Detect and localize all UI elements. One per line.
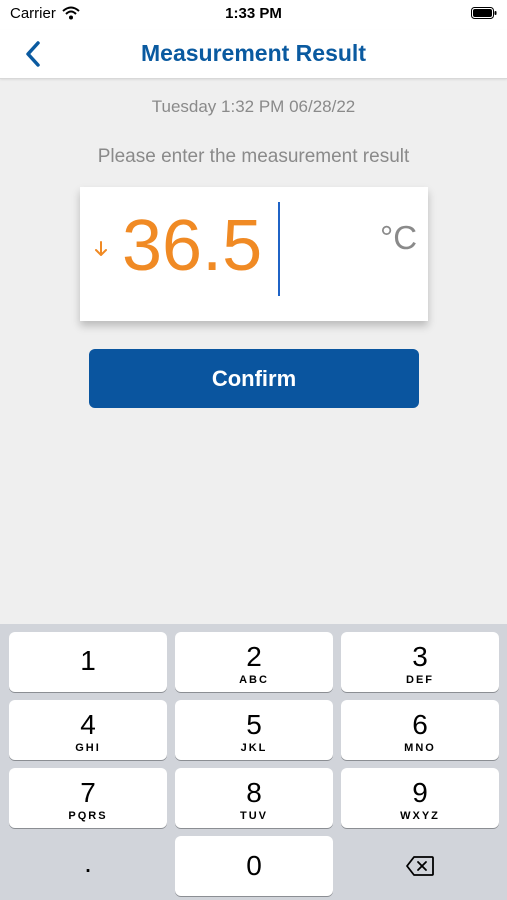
key-6[interactable]: 6 MNO (341, 700, 499, 760)
instruction-text: Please enter the measurement result (97, 146, 410, 167)
key-digit: 2 (246, 641, 262, 672)
measurement-timestamp: Tuesday 1:32 PM 06/28/22 (151, 97, 356, 116)
backspace-key[interactable] (341, 836, 499, 896)
key-digit: 7 (80, 777, 96, 808)
key-digit: 9 (412, 777, 428, 808)
text-cursor (278, 202, 280, 296)
key-9[interactable]: 9 WXYZ (341, 768, 499, 828)
key-digit: 1 (80, 645, 96, 676)
backspace-icon (406, 856, 434, 876)
navigation-bar: Measurement Result (0, 30, 507, 79)
key-digit: 8 (246, 777, 262, 808)
down-arrow-icon (95, 241, 107, 256)
key-letters: JKL (240, 742, 268, 754)
key-letters: MNO (404, 742, 436, 754)
confirm-button[interactable]: Confirm (89, 349, 419, 408)
key-letters: DEF (406, 674, 434, 686)
key-digit: 5 (246, 709, 262, 740)
key-digit: 0 (246, 850, 262, 881)
key-5[interactable]: 5 JKL (175, 700, 333, 760)
key-decimal-point[interactable]: . (9, 836, 167, 896)
key-0[interactable]: 0 (175, 836, 333, 896)
key-letters: WXYZ (400, 810, 440, 822)
key-digit: 4 (80, 709, 96, 740)
key-1[interactable]: 1 (9, 632, 167, 692)
key-digit: 6 (412, 709, 428, 740)
key-letters: PQRS (68, 810, 108, 822)
status-time: 1:33 PM (225, 5, 282, 22)
key-digit: 3 (412, 641, 428, 672)
measurement-input-field[interactable]: 36.5 °C (80, 187, 428, 321)
key-8[interactable]: 8 TUV (175, 768, 333, 828)
key-letters: TUV (240, 810, 268, 822)
key-7[interactable]: 7 PQRS (9, 768, 167, 828)
numeric-keypad: 1 2 ABC 3 DEF 4 GHI 5 JKL 6 MNO 7 PQRS 8… (0, 624, 507, 900)
temperature-unit: °C (380, 219, 418, 256)
page-title: Measurement Result (141, 40, 366, 66)
key-4[interactable]: 4 GHI (9, 700, 167, 760)
key-2[interactable]: 2 ABC (175, 632, 333, 692)
battery-icon (471, 7, 497, 19)
key-letters: GHI (75, 742, 101, 754)
temperature-value: 36.5 (122, 206, 263, 286)
status-bar: Carrier 1:33 PM (0, 0, 507, 30)
key-letters: ABC (239, 674, 269, 686)
key-symbol: . (84, 847, 92, 878)
key-3[interactable]: 3 DEF (341, 632, 499, 692)
